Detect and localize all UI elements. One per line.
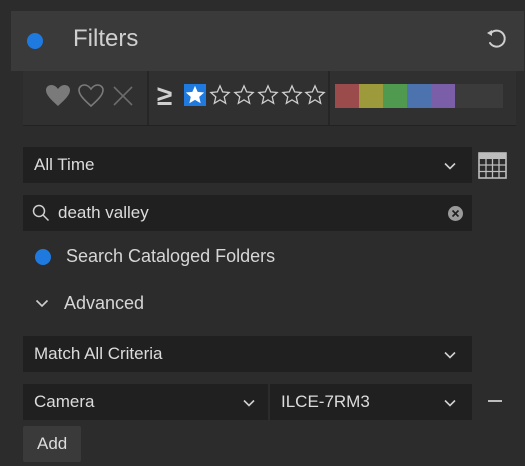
criteria-field-dropdown[interactable]: Camera	[23, 384, 268, 420]
date-range-value: All Time	[34, 155, 95, 174]
chevron-down-icon	[444, 396, 456, 408]
search-cataloged-folders-label[interactable]: Search Cataloged Folders	[66, 246, 275, 267]
star-outline-icon[interactable]	[281, 84, 303, 106]
criteria-field-value: Camera	[34, 392, 95, 411]
match-criteria-value: Match All Criteria	[34, 344, 163, 363]
star-outline-icon[interactable]	[233, 84, 255, 106]
color-label-yellow[interactable]	[359, 84, 383, 108]
rating-comparator[interactable]: ≥	[157, 80, 172, 112]
date-range-dropdown[interactable]: All Time	[23, 147, 472, 183]
color-label-none[interactable]	[455, 84, 503, 108]
divider	[147, 71, 149, 125]
add-button-label: Add	[37, 434, 68, 453]
filters-panel: Filters ≥ All Time death valley Search C…	[0, 0, 525, 466]
color-label-green[interactable]	[383, 84, 407, 108]
reject-x-icon[interactable]	[110, 83, 136, 109]
panel-title: Filters	[73, 25, 139, 52]
match-criteria-dropdown[interactable]: Match All Criteria	[23, 336, 472, 372]
undo-arrow-icon[interactable]	[484, 27, 508, 51]
star-outline-icon[interactable]	[209, 84, 231, 106]
criteria-value-dropdown[interactable]: ILCE-7RM3	[270, 384, 472, 420]
search-input[interactable]: death valley	[58, 203, 149, 223]
heart-filled-icon[interactable]	[45, 83, 71, 109]
remove-criterion-button[interactable]	[488, 400, 502, 402]
color-label-red[interactable]	[335, 84, 359, 108]
search-cataloged-folders-toggle[interactable]	[35, 249, 51, 265]
chevron-down-icon[interactable]	[35, 296, 49, 310]
criteria-value-text: ILCE-7RM3	[281, 392, 370, 411]
calendar-icon[interactable]	[478, 152, 507, 179]
add-criterion-button[interactable]: Add	[23, 426, 81, 462]
chevron-down-icon	[243, 396, 255, 408]
star-outline-icon[interactable]	[304, 84, 326, 106]
advanced-section-toggle[interactable]: Advanced	[64, 293, 144, 314]
chevron-down-icon	[444, 348, 456, 360]
heart-outline-icon[interactable]	[78, 83, 104, 109]
search-icon	[32, 204, 50, 222]
filters-toggle-dot[interactable]	[27, 33, 43, 49]
star-outline-icon[interactable]	[257, 84, 279, 106]
clear-search-icon[interactable]	[448, 206, 463, 221]
color-label-blue[interactable]	[407, 84, 431, 108]
star-icon[interactable]	[184, 84, 206, 106]
chevron-down-icon	[444, 159, 456, 171]
search-field[interactable]: death valley	[23, 195, 472, 231]
divider	[328, 71, 330, 125]
color-label-purple[interactable]	[431, 84, 455, 108]
